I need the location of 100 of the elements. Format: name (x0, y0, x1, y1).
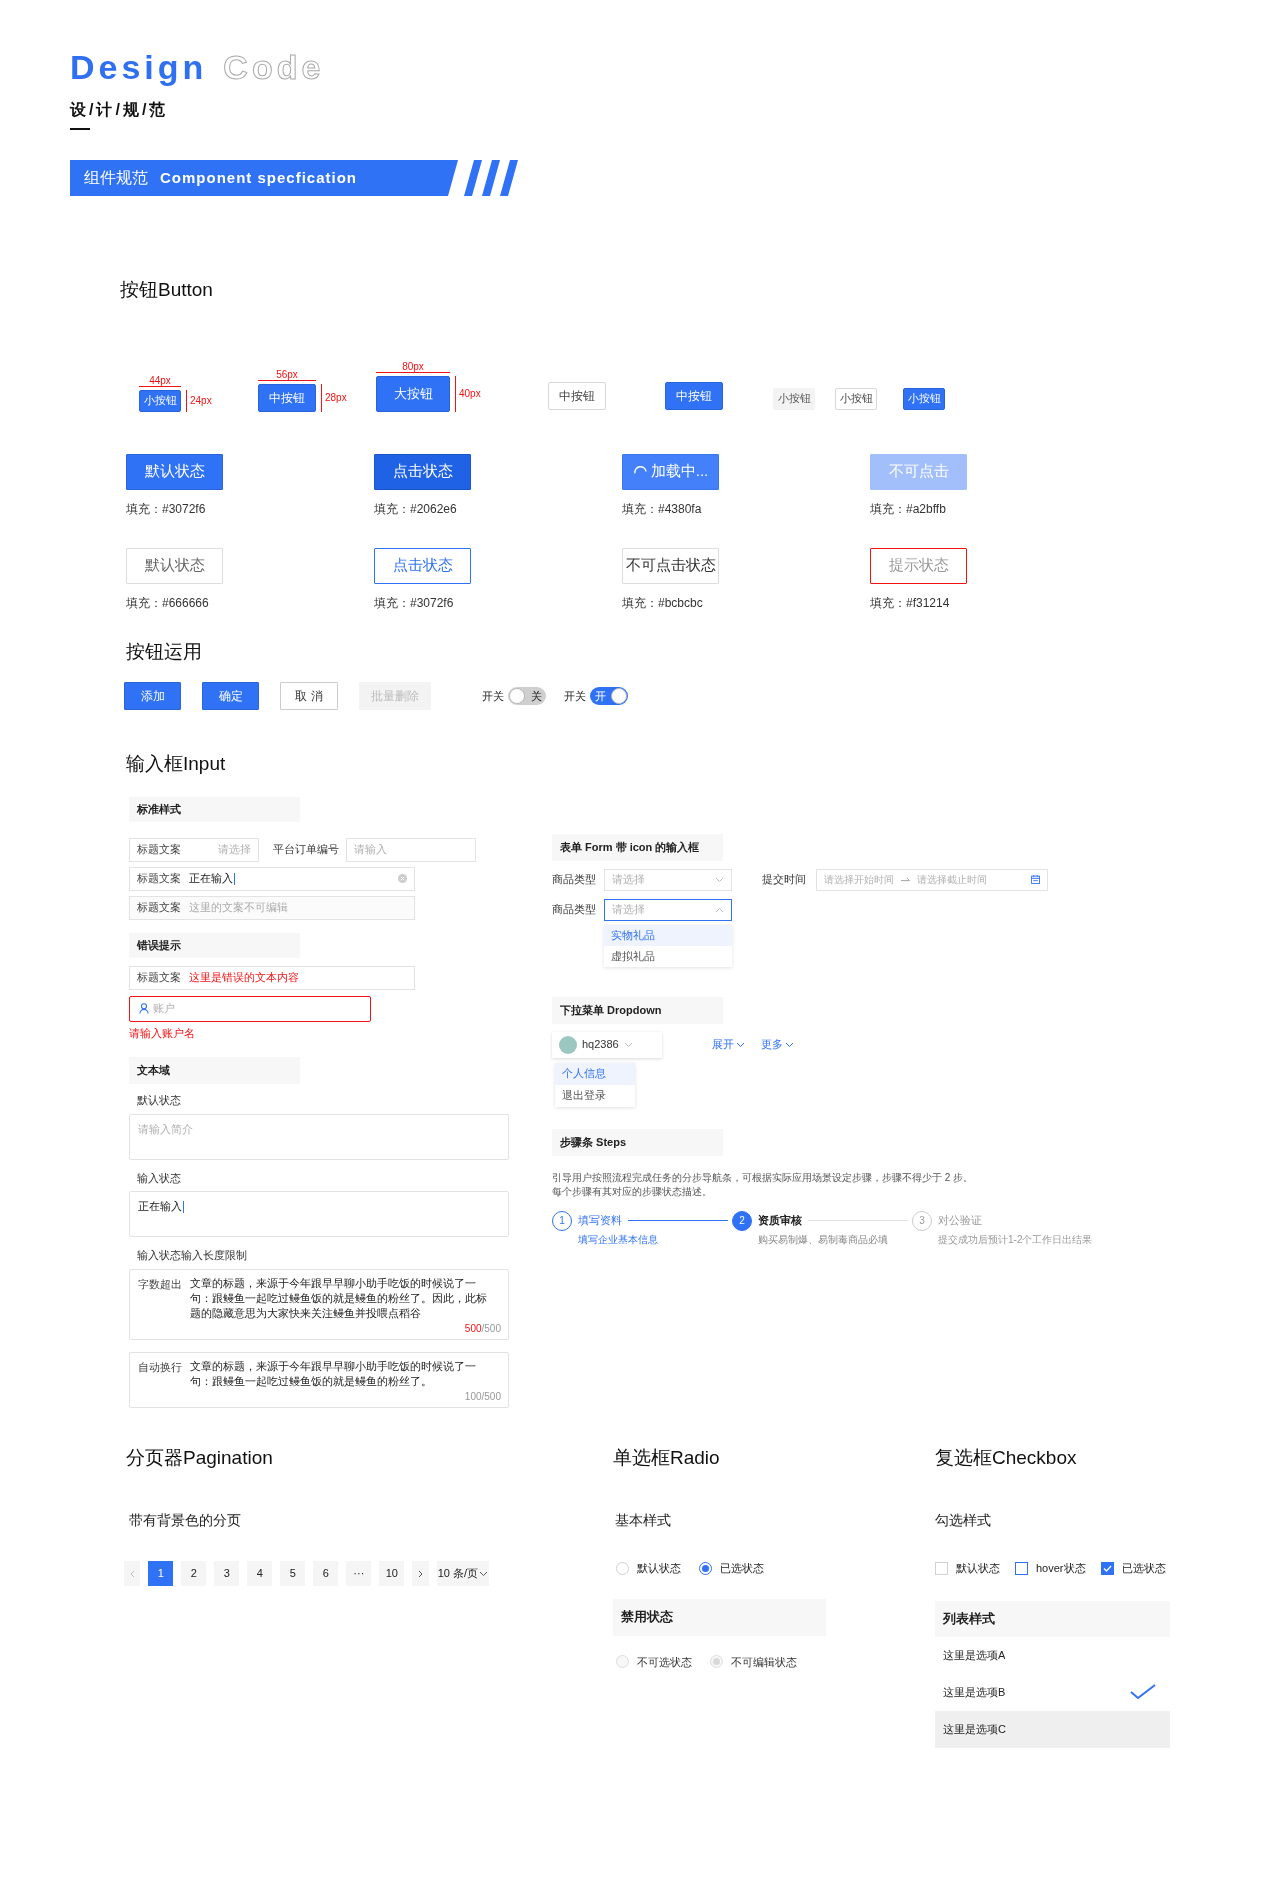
character-limit: /500 (481, 1389, 501, 1404)
chevron-down-icon (736, 1041, 745, 1048)
user-dropdown[interactable]: hq2386 (552, 1031, 662, 1058)
subsection-heading: 基本样式 (614, 1511, 672, 1530)
checkbox-option[interactable]: 已选状态 (1100, 1560, 1166, 1577)
action-button[interactable]: 取 消 (280, 682, 338, 710)
state-button[interactable]: 加载中... (622, 453, 719, 490)
page-size-select[interactable]: 10 条/页 (436, 1561, 489, 1586)
page-button[interactable]: 10 (379, 1561, 405, 1586)
subsection-heading: 禁用状态 (613, 1598, 826, 1636)
placeholder-text: 请输入 (354, 842, 387, 858)
page-button[interactable]: ··· (346, 1561, 372, 1586)
page-button[interactable]: 4 (247, 1561, 273, 1586)
field-value: 正在输入 (138, 1200, 182, 1212)
sample-button[interactable]: 小按钮 (835, 387, 877, 410)
field-label: 平台订单编号 (273, 842, 339, 858)
menu-item[interactable]: 虚拟礼品 (604, 945, 732, 967)
user-icon (139, 1003, 149, 1014)
subsection-heading: 勾选样式 (935, 1511, 992, 1530)
list-option[interactable]: 这里是选项C (935, 1710, 1170, 1748)
dimension-line (321, 383, 322, 412)
subsection-heading: 标准样式 (129, 796, 300, 822)
dropdown-link[interactable]: 更多 (761, 1036, 794, 1053)
color-code-label: 填充：#3072f6 (126, 500, 206, 518)
calendar-icon (1031, 875, 1040, 884)
avatar (559, 1035, 577, 1054)
subsection-heading: 下拉菜单 Dropdown (552, 996, 723, 1024)
page-button[interactable]: 5 (280, 1561, 306, 1586)
state-button[interactable]: 默认状态 (126, 547, 223, 584)
section-title: 单选框Radio (613, 1445, 721, 1470)
dimension-label: 28px (325, 391, 347, 405)
field-value: 这里是错误的文本内容 (189, 970, 299, 986)
page-button[interactable]: 3 (214, 1561, 240, 1586)
dimension-line (258, 379, 316, 381)
radio-option[interactable]: 已选状态 (699, 1560, 764, 1577)
banner-text: 组件规范 (84, 168, 148, 188)
sample-button[interactable]: 中按钮 (665, 381, 723, 410)
sample-button[interactable]: 小按钮 (139, 389, 181, 412)
text-field[interactable]: 标题文案 这里是错误的文本内容 (129, 965, 415, 990)
placeholder-text: 账户 (153, 1001, 175, 1017)
color-code-label: 填充：#3072f6 (374, 594, 454, 612)
dropdown-link[interactable]: 展开 (712, 1036, 745, 1053)
dimension-line (455, 375, 456, 412)
action-button[interactable]: 确定 (202, 682, 259, 710)
field-label: 商品类型 (552, 872, 597, 888)
subsection-heading: 列表样式 (935, 1600, 1170, 1637)
subsection-heading: 文本域 (129, 1057, 300, 1084)
toggle-switch[interactable]: 关 (508, 687, 546, 705)
dimension-label: 24px (190, 394, 212, 408)
text-field[interactable]: 标题文案 正在输入 (129, 866, 415, 891)
switch-label: 开关 (564, 688, 586, 704)
step-title: 资质审核 (758, 1213, 802, 1229)
user-name: hq2386 (582, 1037, 619, 1053)
sample-button[interactable]: 大按钮 (376, 375, 450, 412)
field-value: 正在输入 (189, 871, 233, 887)
state-button[interactable]: 点击状态 (374, 453, 471, 490)
menu-item[interactable]: 实物礼品 (604, 924, 732, 946)
menu-item[interactable]: 个人信息 (555, 1062, 635, 1085)
dimension-line (139, 385, 181, 387)
field-label: 字数超出 (138, 1276, 183, 1292)
arrow-right-icon (901, 877, 910, 882)
checkbox[interactable] (1015, 1561, 1028, 1575)
radio-option[interactable]: 默认状态 (616, 1560, 681, 1577)
text-area[interactable]: 自动换行 文章的标题，来源于今年跟早早聊小助手吃饭的时候说了一句：跟鳗鱼一起吃过鳗鱼饭的就是鳗鱼的粉丝了。 100/500 (129, 1351, 509, 1408)
sample-button[interactable]: 小按钮 (903, 387, 945, 410)
select-field[interactable]: 标题文案 请选择 (129, 837, 259, 862)
sample-button[interactable]: 中按钮 (548, 381, 606, 410)
menu-item[interactable]: 退出登录 (555, 1084, 635, 1107)
field-value: 这里的文案不可编辑 (189, 900, 288, 916)
page-button[interactable]: 6 (313, 1561, 339, 1586)
chevron-right-icon (418, 1569, 423, 1578)
underline-mark (70, 128, 90, 130)
placeholder-text: 请输入简介 (138, 1122, 193, 1135)
state-button[interactable]: 点击状态 (374, 547, 471, 584)
toggle-switch[interactable]: 开 (590, 687, 628, 705)
chevron-down-icon (479, 1570, 488, 1577)
dimension-label: 56px (276, 368, 298, 380)
page-button[interactable]: 2 (181, 1561, 207, 1586)
page-button[interactable]: 1 (148, 1561, 174, 1586)
prev-page-button[interactable] (124, 1561, 141, 1586)
state-button[interactable]: 不可点击状态 (622, 547, 719, 584)
text-area[interactable]: 正在输入 (129, 1191, 509, 1237)
checkbox-option[interactable]: hover状态 (1015, 1560, 1086, 1577)
text-area[interactable]: 字数超出 文章的标题，来源于今年跟早早聊小助手吃饭的时候说了一句：跟鳗鱼一起吃过鳗鱼饭的就是鳗鱼的粉丝了。因此，此标题的隐藏意思为大家快来关注鳗鱼并投喂点稻谷 500/500 (129, 1268, 509, 1340)
sample-button[interactable]: 小按钮 (773, 387, 815, 410)
step-title: 填写资料 (578, 1213, 622, 1229)
dimension-line (186, 389, 187, 412)
state-button[interactable]: 默认状态 (126, 453, 223, 490)
checkbox-option[interactable]: 默认状态 (935, 1560, 1000, 1577)
step-number: 2 (732, 1210, 752, 1231)
placeholder-text: 请选择 (612, 902, 645, 918)
radio-button[interactable] (699, 1561, 712, 1575)
banner-text: Component specfication (160, 167, 357, 188)
sample-button[interactable]: 中按钮 (258, 383, 316, 412)
checkbox[interactable] (1100, 1561, 1114, 1575)
step-number: 1 (552, 1210, 572, 1231)
action-button[interactable]: 添加 (124, 682, 181, 710)
next-page-button[interactable] (412, 1561, 429, 1586)
color-code-label: 填充：#2062e6 (374, 500, 457, 518)
field-caption: 输入状态 (136, 1170, 182, 1186)
